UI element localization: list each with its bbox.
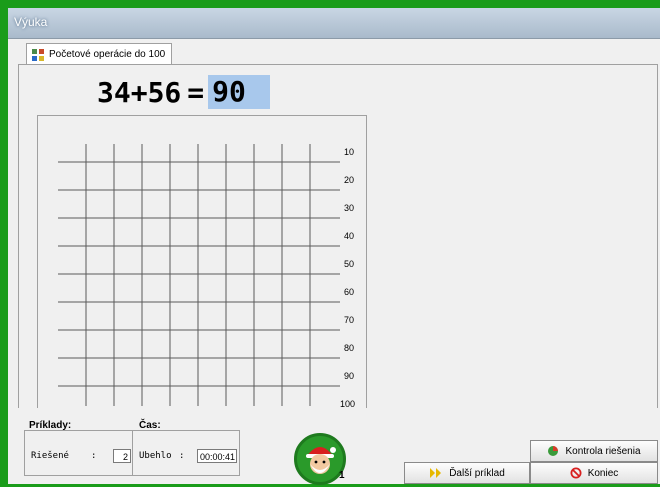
elapsed-time: 00:00:41 xyxy=(197,449,237,463)
operations-icon xyxy=(32,48,44,61)
examples-title: Príklady: xyxy=(29,420,72,431)
end-button-label: Koniec xyxy=(587,467,619,479)
hundred-grid-panel: 10 20 30 40 50 60 70 80 90 100 xyxy=(37,115,367,413)
window-title: Výuka xyxy=(14,15,48,29)
operator: + xyxy=(130,75,148,109)
hundred-grid[interactable] xyxy=(38,116,366,412)
mascot-count: 1 xyxy=(339,470,345,481)
double-arrow-icon xyxy=(430,468,442,478)
elapsed-separator: : xyxy=(179,451,185,461)
check-button-label: Kontrola riešenia xyxy=(565,445,641,457)
tick-label: 90 xyxy=(344,371,355,381)
equals-sign: = xyxy=(187,75,205,109)
check-solution-button[interactable]: Kontrola riešenia xyxy=(530,440,658,462)
equation: 34 + 56 = 90 xyxy=(97,75,270,109)
solved-label: Riešené xyxy=(31,451,69,461)
tick-label: 40 xyxy=(344,231,355,241)
time-title: Čas: xyxy=(139,420,161,431)
tick-label: 70 xyxy=(344,315,355,325)
tick-label: 10 xyxy=(344,147,355,157)
tab-operations[interactable]: Početové operácie do 100 xyxy=(26,43,173,65)
solved-count: 2 xyxy=(113,449,131,463)
end-button[interactable]: Koniec xyxy=(530,462,658,484)
exercise-panel: 34 + 56 = 90 10 20 30 40 50 60 70 80 90 … xyxy=(18,64,658,413)
tick-label: 30 xyxy=(344,203,355,213)
examples-group: Príklady: Riešené : 2 xyxy=(24,420,134,476)
tick-label: 20 xyxy=(344,175,355,185)
tab-label: Početové operácie do 100 xyxy=(49,49,166,60)
status-bar: Príklady: Riešené : 2 Čas: Ubehlo : 00:0… xyxy=(8,408,660,485)
tab-strip: Početové operácie do 100 xyxy=(8,39,660,65)
time-group: Čas: Ubehlo : 00:00:41 xyxy=(132,420,240,476)
operand-1: 34 xyxy=(97,75,131,109)
stop-icon xyxy=(570,467,582,479)
elapsed-label: Ubehlo xyxy=(139,451,172,461)
next-example-button[interactable]: Ďalší príklad xyxy=(404,462,530,484)
check-icon xyxy=(548,446,559,456)
operand-2: 56 xyxy=(147,75,182,109)
title-bar: Výuka xyxy=(8,8,660,39)
next-button-label: Ďalší príklad xyxy=(449,467,505,479)
tick-label: 60 xyxy=(344,287,355,297)
tick-label: 50 xyxy=(344,259,355,269)
main-window: Výuka Početové operácie do 100 34 + 56 =… xyxy=(8,8,660,485)
answer-input[interactable]: 90 xyxy=(208,75,270,109)
santa-face-icon xyxy=(306,447,336,474)
tick-label: 80 xyxy=(344,343,355,353)
solved-separator: : xyxy=(91,451,97,461)
